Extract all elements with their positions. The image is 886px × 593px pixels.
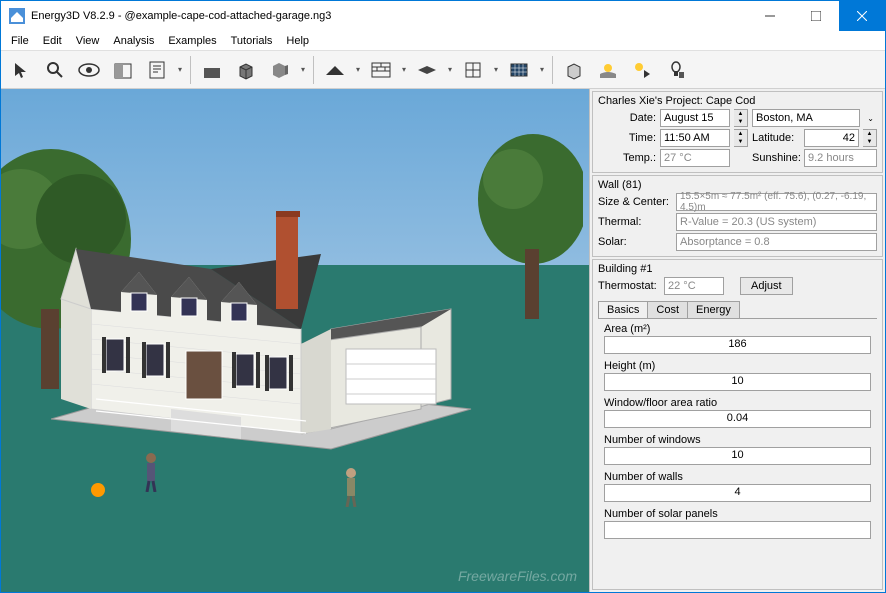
project-panel: Charles Xie's Project: Cape Cod Date: Au… — [592, 91, 883, 173]
solar-dropdown-icon[interactable]: ▾ — [537, 65, 547, 74]
tab-basics[interactable]: Basics — [598, 301, 648, 318]
foundation-tool[interactable] — [196, 54, 228, 86]
date-label: Date: — [598, 112, 656, 124]
window-tool[interactable] — [457, 54, 489, 86]
walls-label: Number of walls — [604, 471, 871, 483]
walls-value: 4 — [604, 484, 871, 502]
animate-tool[interactable] — [626, 54, 658, 86]
sunshine-label: Sunshine: — [752, 152, 800, 164]
latitude-label: Latitude: — [752, 132, 800, 144]
view-tool[interactable] — [73, 54, 105, 86]
wall-panel: Wall (81) Size & Center: 15.5×5m ≈ 77.5m… — [592, 175, 883, 257]
roof-dropdown-icon[interactable]: ▾ — [353, 65, 363, 74]
menu-file[interactable]: File — [5, 33, 35, 49]
house-model — [51, 199, 481, 479]
solar-label: Solar: — [598, 236, 672, 248]
temp-label: Temp.: — [598, 152, 656, 164]
shadow-tool[interactable] — [558, 54, 590, 86]
person-1 — [141, 452, 161, 492]
minimize-button[interactable] — [747, 1, 793, 31]
watermark: FreewareFiles.com — [458, 568, 577, 584]
building-header: Building #1 — [598, 263, 877, 275]
note-tool[interactable] — [141, 54, 173, 86]
floor-dropdown-icon[interactable]: ▾ — [445, 65, 455, 74]
size-label: Size & Center: — [598, 196, 672, 208]
tree-right — [473, 129, 583, 329]
tab-energy[interactable]: Energy — [687, 301, 740, 318]
menu-analysis[interactable]: Analysis — [107, 33, 160, 49]
menu-edit[interactable]: Edit — [37, 33, 68, 49]
marker-icon — [91, 483, 105, 497]
select-tool[interactable] — [5, 54, 37, 86]
menu-examples[interactable]: Examples — [162, 33, 222, 49]
thermal-value: R-Value = 20.3 (US system) — [676, 213, 877, 231]
time-label: Time: — [598, 132, 656, 144]
height-value: 10 — [604, 373, 871, 391]
wall-dropdown-icon[interactable]: ▾ — [298, 65, 308, 74]
person-2 — [341, 467, 361, 507]
brick-tool[interactable] — [365, 54, 397, 86]
solar-panel-tool[interactable] — [503, 54, 535, 86]
sidebar: Charles Xie's Project: Cape Cod Date: Au… — [589, 89, 885, 592]
time-spinner[interactable]: ▲▼ — [734, 129, 748, 147]
window-title: Energy3D V8.2.9 - @example-cape-cod-atta… — [31, 10, 331, 22]
area-label: Area (m²) — [604, 323, 871, 335]
menubar: File Edit View Analysis Examples Tutoria… — [1, 31, 885, 51]
date-input[interactable]: August 15 — [660, 109, 730, 127]
app-icon — [9, 8, 25, 24]
box-tool[interactable] — [230, 54, 262, 86]
close-button[interactable] — [839, 1, 885, 31]
tab-cost[interactable]: Cost — [647, 301, 688, 318]
solar-panels-value — [604, 521, 871, 539]
roof-tool[interactable] — [319, 54, 351, 86]
wfr-label: Window/floor area ratio — [604, 397, 871, 409]
menu-tutorials[interactable]: Tutorials — [225, 33, 279, 49]
building-tabs: Basics Cost Energy — [598, 301, 877, 319]
resize-tool[interactable] — [107, 54, 139, 86]
thermostat-value: 22 °C — [664, 277, 724, 295]
project-header: Charles Xie's Project: Cape Cod — [598, 95, 877, 107]
location-select[interactable]: Boston, MA — [752, 109, 860, 127]
content-area: FreewareFiles.com Charles Xie's Project:… — [1, 89, 885, 592]
floor-tool[interactable] — [411, 54, 443, 86]
titlebar: Energy3D V8.2.9 - @example-cape-cod-atta… — [1, 1, 885, 31]
windows-label: Number of windows — [604, 434, 871, 446]
toolbar: ▾ ▾ ▾ ▾ ▾ ▾ ▾ — [1, 51, 885, 89]
height-label: Height (m) — [604, 360, 871, 372]
solar-value: Absorptance = 0.8 — [676, 233, 877, 251]
brick-dropdown-icon[interactable]: ▾ — [399, 65, 409, 74]
wall-header: Wall (81) — [598, 179, 877, 191]
sun-tool[interactable] — [592, 54, 624, 86]
sunshine-value: 9.2 hours — [804, 149, 877, 167]
maximize-button[interactable] — [793, 1, 839, 31]
thermostat-label: Thermostat: — [598, 280, 660, 292]
menu-help[interactable]: Help — [280, 33, 315, 49]
area-value: 186 — [604, 336, 871, 354]
date-spinner[interactable]: ▲▼ — [734, 109, 748, 127]
adjust-button[interactable]: Adjust — [740, 277, 793, 295]
thermal-label: Thermal: — [598, 216, 672, 228]
menu-view[interactable]: View — [70, 33, 106, 49]
latitude-input[interactable]: 42 — [804, 129, 859, 147]
windows-value: 10 — [604, 447, 871, 465]
solar-panels-label: Number of solar panels — [604, 508, 871, 520]
building-panel: Building #1 Thermostat: 22 °C Adjust Bas… — [592, 259, 883, 590]
3d-viewport[interactable]: FreewareFiles.com — [1, 89, 589, 592]
energy-tool[interactable] — [660, 54, 692, 86]
window-dropdown-icon[interactable]: ▾ — [491, 65, 501, 74]
note-dropdown-icon[interactable]: ▾ — [175, 65, 185, 74]
latitude-spinner[interactable]: ▲▼ — [863, 129, 877, 147]
zoom-tool[interactable] — [39, 54, 71, 86]
time-input[interactable]: 11:50 AM — [660, 129, 730, 147]
wfr-value: 0.04 — [604, 410, 871, 428]
temp-value: 27 °C — [660, 149, 730, 167]
size-value: 15.5×5m ≈ 77.5m² (eff. 75.6), (0.27, -6.… — [676, 193, 877, 211]
wall-tool[interactable] — [264, 54, 296, 86]
